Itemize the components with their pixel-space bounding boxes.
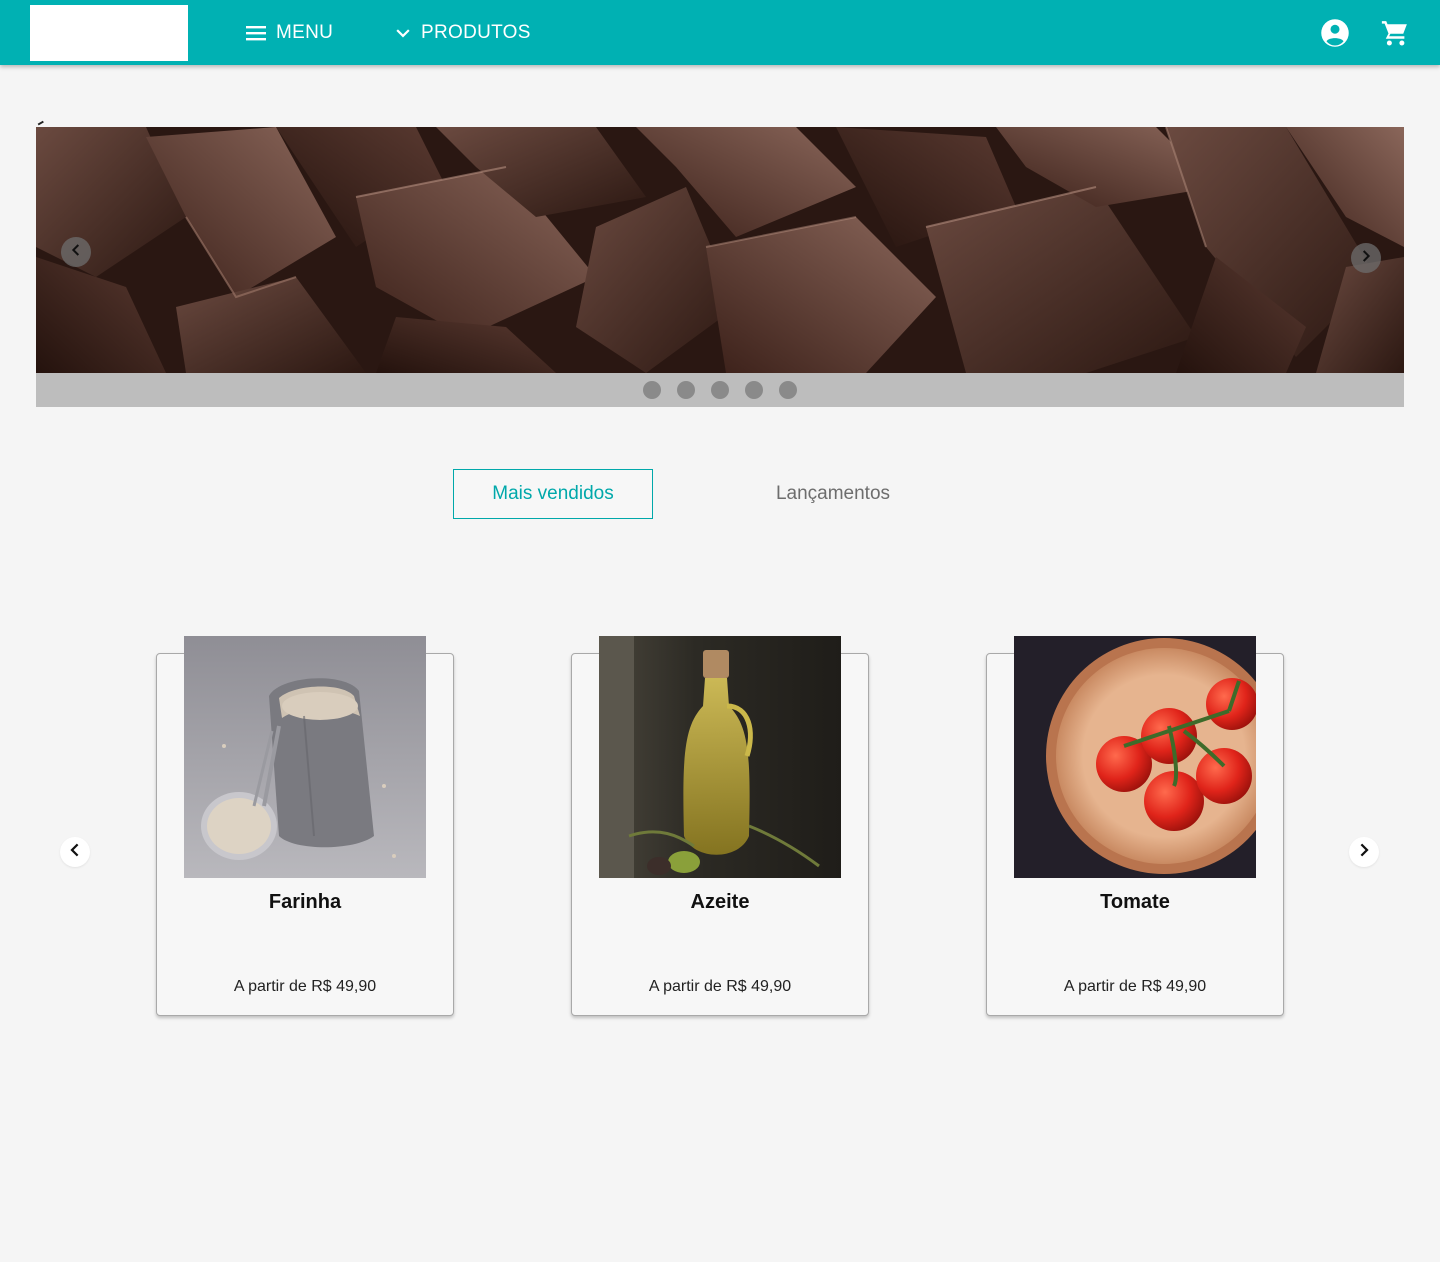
tab-lancamentos[interactable]: Lançamentos: [733, 469, 933, 519]
slide-dot-5[interactable]: [779, 381, 797, 399]
top-app-bar: MENU PRODUTOS: [0, 0, 1440, 65]
hero-next-button[interactable]: [1351, 243, 1381, 273]
shopping-cart-icon[interactable]: [1380, 18, 1410, 48]
slide-dot-2[interactable]: [677, 381, 695, 399]
slide-dot-3[interactable]: [711, 381, 729, 399]
chevron-right-icon: [1355, 841, 1373, 864]
products-prev-button[interactable]: [60, 837, 90, 867]
product-name[interactable]: Farinha: [157, 891, 453, 914]
product-image-olive-oil[interactable]: [599, 636, 841, 878]
products-label: PRODUTOS: [421, 21, 531, 43]
tab-label: Mais vendidos: [492, 483, 614, 504]
product-name[interactable]: Azeite: [572, 891, 868, 914]
product-image-flour[interactable]: [184, 636, 426, 878]
product-image-tomatoes[interactable]: [1014, 636, 1256, 878]
product-card-farinha[interactable]: Farinha A partir de R$ 49,90: [156, 636, 454, 1016]
slide-indicators: [36, 373, 1404, 407]
slide-dot-1[interactable]: [643, 381, 661, 399]
account-circle-icon[interactable]: [1320, 18, 1350, 48]
product-price: A partir de R$ 49,90: [1063, 978, 1207, 995]
hero-image-chocolate: [36, 127, 1404, 373]
chevron-left-icon: [66, 841, 84, 864]
chevron-down-icon: [393, 23, 413, 43]
product-card-tomate[interactable]: Tomate A partir de R$ 49,90: [986, 636, 1284, 1016]
menu-icon: [244, 21, 268, 45]
tab-mais-vendidos[interactable]: Mais vendidos: [453, 469, 653, 519]
product-price: A partir de R$ 49,90: [233, 978, 377, 995]
products-next-button[interactable]: [1349, 837, 1379, 867]
product-card-azeite[interactable]: Azeite A partir de R$ 49,90: [571, 636, 869, 1016]
slide-dot-4[interactable]: [745, 381, 763, 399]
products-dropdown[interactable]: PRODUTOS: [393, 0, 531, 65]
hero-prev-button[interactable]: [61, 237, 91, 267]
product-price: A partir de R$ 49,90: [648, 978, 792, 995]
hero-banner: [36, 127, 1404, 407]
banner-corner-mark: [37, 120, 45, 127]
tab-label: Lançamentos: [775, 483, 891, 504]
chevron-right-icon: [1358, 248, 1374, 269]
chevron-left-icon: [68, 242, 84, 263]
menu-label: MENU: [276, 21, 334, 43]
logo[interactable]: [30, 5, 188, 61]
product-name[interactable]: Tomate: [987, 891, 1283, 914]
menu-button[interactable]: MENU: [244, 0, 333, 65]
